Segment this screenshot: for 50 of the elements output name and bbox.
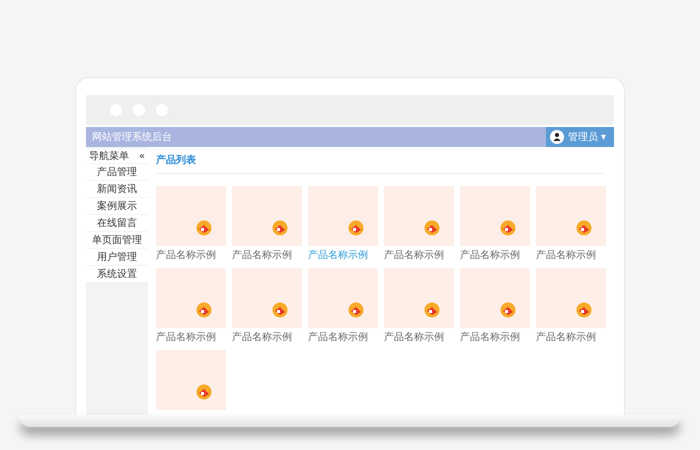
- image-placeholder[interactable]: [536, 268, 606, 328]
- product-caption[interactable]: 产品名称示例: [308, 248, 378, 262]
- product-caption[interactable]: 产品名称示例: [536, 330, 606, 344]
- sidebar-title: 导航菜单: [89, 150, 129, 163]
- image-placeholder[interactable]: [384, 186, 454, 246]
- collapse-toggle[interactable]: «: [138, 150, 145, 162]
- image-icon: [424, 302, 440, 318]
- sidebar-item[interactable]: 在线留言: [86, 215, 148, 231]
- image-icon: [272, 302, 288, 318]
- image-icon: [424, 220, 440, 236]
- product-caption[interactable]: 产品名称示例: [460, 330, 530, 344]
- image-icon: [348, 220, 364, 236]
- image-placeholder[interactable]: [156, 350, 226, 410]
- image-placeholder[interactable]: [156, 186, 226, 246]
- image-icon: [272, 220, 288, 236]
- sidebar-item[interactable]: 新闻资讯: [86, 181, 148, 197]
- sidebar-item[interactable]: 单页面管理: [86, 232, 148, 248]
- product-caption[interactable]: 产品名称示例: [384, 248, 454, 262]
- image-placeholder[interactable]: [156, 268, 226, 328]
- image-icon: [196, 220, 212, 236]
- product-caption[interactable]: 产品名称示例: [156, 330, 226, 344]
- product-caption[interactable]: 产品名称示例: [308, 330, 378, 344]
- site-title: 网站管理系统后台: [92, 130, 172, 144]
- image-icon: [576, 220, 592, 236]
- sidebar-item[interactable]: 案例展示: [86, 198, 148, 214]
- sidebar-item[interactable]: 用户管理: [86, 249, 148, 265]
- image-icon: [500, 220, 516, 236]
- user-icon: [550, 130, 564, 144]
- product-caption[interactable]: 产品名称示例: [156, 248, 226, 262]
- image-icon: [196, 302, 212, 318]
- image-placeholder[interactable]: [308, 186, 378, 246]
- sidebar-item[interactable]: 产品管理: [86, 164, 148, 180]
- image-icon: [576, 302, 592, 318]
- product-caption[interactable]: 产品名称示例: [460, 248, 530, 262]
- image-placeholder[interactable]: [460, 186, 530, 246]
- image-placeholder[interactable]: [384, 268, 454, 328]
- product-caption[interactable]: 产品名称示例: [536, 248, 606, 262]
- sidebar-item[interactable]: 系统设置: [86, 266, 148, 282]
- page-title: 产品列表: [156, 147, 604, 174]
- product-caption[interactable]: 产品名称示例: [384, 330, 454, 344]
- product-caption[interactable]: 产品名称示例: [232, 330, 302, 344]
- image-placeholder[interactable]: [232, 268, 302, 328]
- image-placeholder[interactable]: [232, 186, 302, 246]
- image-placeholder[interactable]: [536, 186, 606, 246]
- image-icon: [348, 302, 364, 318]
- image-icon: [500, 302, 516, 318]
- image-icon: [196, 384, 212, 400]
- image-placeholder[interactable]: [460, 268, 530, 328]
- product-caption[interactable]: 产品名称示例: [232, 248, 302, 262]
- image-placeholder[interactable]: [308, 268, 378, 328]
